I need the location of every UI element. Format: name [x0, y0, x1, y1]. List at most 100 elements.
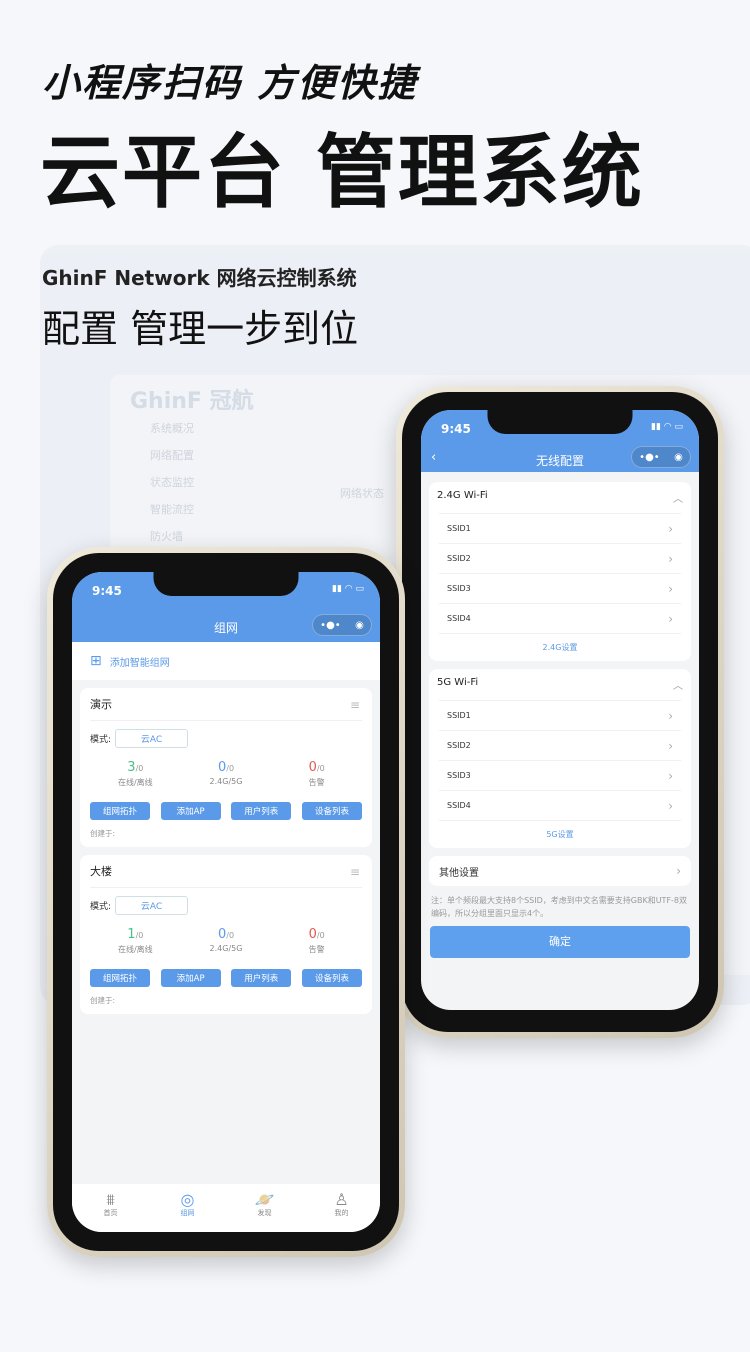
mode-value: 云AC	[115, 729, 189, 748]
chevron-right-icon: ›	[668, 738, 673, 753]
phone-network: 9:45 ▮▮ ◠ ▭ 组网 •●• ◉ ⊞ 添加智能组网 演示 ≡ 模式: 云AC…	[47, 547, 405, 1257]
ssid-row[interactable]: SSID1 ›	[439, 513, 681, 543]
group-action-button[interactable]: 设备列表	[301, 802, 362, 820]
menu-icon[interactable]: ≡	[350, 865, 360, 879]
chevron-right-icon: ›	[668, 768, 673, 783]
planet-icon: 🪐	[254, 1190, 275, 1209]
group-action-button[interactable]: 用户列表	[231, 802, 292, 820]
stat-total: /0	[226, 764, 235, 773]
group-action-button[interactable]: 设备列表	[301, 969, 362, 987]
user-icon: ♙	[334, 1190, 349, 1209]
close-target-icon[interactable]: ◉	[355, 620, 364, 631]
band-name: 2.4G Wi-Fi	[437, 490, 488, 501]
phone-wireless: 9:45 ▮▮ ◠ ▭ ‹ 无线配置 •●• ◉ 2.4G Wi-Fi ︿ SSID…	[396, 386, 724, 1038]
ssid-row[interactable]: SSID4 ›	[439, 603, 681, 633]
signal-icon: ◎	[180, 1190, 195, 1209]
stat-total: /0	[226, 931, 235, 940]
stat-value: 0	[217, 760, 227, 775]
ssid-label: SSID4	[447, 801, 471, 810]
chevron-right-icon: ›	[668, 798, 673, 813]
status-time: 9:45	[92, 584, 122, 598]
stat-total: /0	[316, 764, 325, 773]
band-header[interactable]: 5G Wi-Fi ︿	[429, 669, 691, 700]
dashboard-status: 网络状态	[340, 487, 384, 500]
stat-value: 1	[127, 927, 136, 942]
tab-label: 组网	[180, 1209, 195, 1217]
group-action-button[interactable]: 组网拓扑	[90, 969, 150, 987]
ssid-row[interactable]: SSID2 ›	[439, 730, 681, 760]
created-label: 创建于:	[90, 829, 116, 838]
ssid-row[interactable]: SSID2 ›	[439, 543, 681, 573]
mode-label: 模式:	[90, 735, 112, 745]
stat-value: 0	[308, 927, 317, 942]
wifi-band-card: 2.4G Wi-Fi ︿ SSID1 › SSID2 › SSID3 › SSID4 › 2.4…	[429, 482, 691, 661]
stat-label: 2.4G/5G	[209, 944, 243, 953]
group-action-button[interactable]: 添加AP	[160, 969, 221, 987]
chevron-right-icon: ›	[676, 864, 681, 878]
tab-3[interactable]: ♙ 我的	[303, 1184, 380, 1232]
stat: 0/0 告警	[271, 927, 362, 955]
dashboard-sidebar: 系统概况 网络配置 状态监控 智能流控 防火墙	[130, 420, 280, 555]
capsule-menu[interactable]: •●• ◉	[631, 446, 691, 468]
tab-label: 发现	[257, 1209, 272, 1217]
ssid-label: SSID3	[447, 584, 471, 593]
chevron-right-icon: ›	[668, 708, 673, 723]
dashboard-logo: GhinF 冠航	[130, 389, 254, 414]
ssid-label: SSID2	[447, 741, 471, 750]
stat: 3/0 在线/离线	[90, 760, 181, 788]
ssid-label: SSID4	[447, 614, 471, 623]
sidebar-item: 系统概况	[150, 422, 194, 435]
sidebar-item: 网络配置	[150, 449, 194, 462]
add-list-icon: ⊞	[90, 653, 102, 669]
other-settings-row[interactable]: 其他设置 ›	[429, 856, 691, 886]
tab-0[interactable]: ⩩ 首页	[72, 1184, 149, 1232]
stat-label: 2.4G/5G	[209, 777, 243, 786]
band-header[interactable]: 2.4G Wi-Fi ︿	[429, 482, 691, 513]
tab-label: 我的	[334, 1209, 349, 1217]
sidebar-item: 智能流控	[150, 503, 194, 516]
ssid-row[interactable]: SSID3 ›	[439, 573, 681, 603]
group-action-button[interactable]: 用户列表	[231, 969, 292, 987]
mode-value: 云AC	[115, 896, 189, 915]
ssid-row[interactable]: SSID1 ›	[439, 700, 681, 730]
chevron-right-icon: ›	[668, 581, 673, 596]
notch	[153, 572, 299, 596]
tab-2[interactable]: 🪐 发现	[226, 1184, 303, 1232]
headline-line2: 云平台 管理系统	[40, 126, 644, 219]
capsule-menu[interactable]: •●• ◉	[312, 614, 372, 636]
band-name: 5G Wi-Fi	[437, 677, 479, 688]
ssid-row[interactable]: SSID4 ›	[439, 790, 681, 820]
status-time: 9:45	[441, 422, 471, 436]
group-action-button[interactable]: 组网拓扑	[90, 802, 150, 820]
router-icon: ⩩	[106, 1190, 115, 1209]
more-icon[interactable]: •●•	[320, 620, 341, 631]
stat-total: /0	[135, 764, 144, 773]
stat: 0/0 告警	[271, 760, 362, 788]
add-network-button[interactable]: ⊞ 添加智能组网	[72, 642, 380, 680]
band-settings-link[interactable]: 5G设置	[439, 820, 681, 848]
created-label: 创建于:	[90, 996, 116, 1005]
group-action-button[interactable]: 添加AP	[160, 802, 221, 820]
stat-value: 3	[127, 760, 136, 775]
menu-icon[interactable]: ≡	[350, 698, 360, 712]
wifi-band-card: 5G Wi-Fi ︿ SSID1 › SSID2 › SSID3 › SSID4 › 5G设置	[429, 669, 691, 848]
close-target-icon[interactable]: ◉	[674, 452, 683, 463]
network-group-card: 演示 ≡ 模式: 云AC 3/0 在线/离线 0/0 2.4G/5G 0/0 告警 组网拓扑…	[80, 688, 372, 847]
chevron-up-icon: ︿	[673, 494, 683, 505]
confirm-button[interactable]: 确定	[430, 926, 690, 958]
subtitle-line1: GhinF Network 网络云控制系统	[42, 266, 357, 290]
ssid-row[interactable]: SSID3 ›	[439, 760, 681, 790]
more-icon[interactable]: •●•	[639, 452, 660, 463]
notch	[487, 410, 633, 434]
ssid-label: SSID3	[447, 771, 471, 780]
mode-label: 模式:	[90, 902, 112, 912]
tab-bar: ⩩ 首页 ◎ 组网 🪐 发现 ♙ 我的	[72, 1184, 380, 1232]
tab-1[interactable]: ◎ 组网	[149, 1184, 226, 1232]
band-settings-link[interactable]: 2.4G设置	[439, 633, 681, 661]
sidebar-item: 状态监控	[150, 476, 194, 489]
chevron-right-icon: ›	[668, 551, 673, 566]
ssid-label: SSID2	[447, 554, 471, 563]
stat-total: /0	[316, 931, 325, 940]
status-icons: ▮▮ ◠ ▭	[332, 584, 364, 594]
stat: 0/0 2.4G/5G	[181, 760, 272, 788]
